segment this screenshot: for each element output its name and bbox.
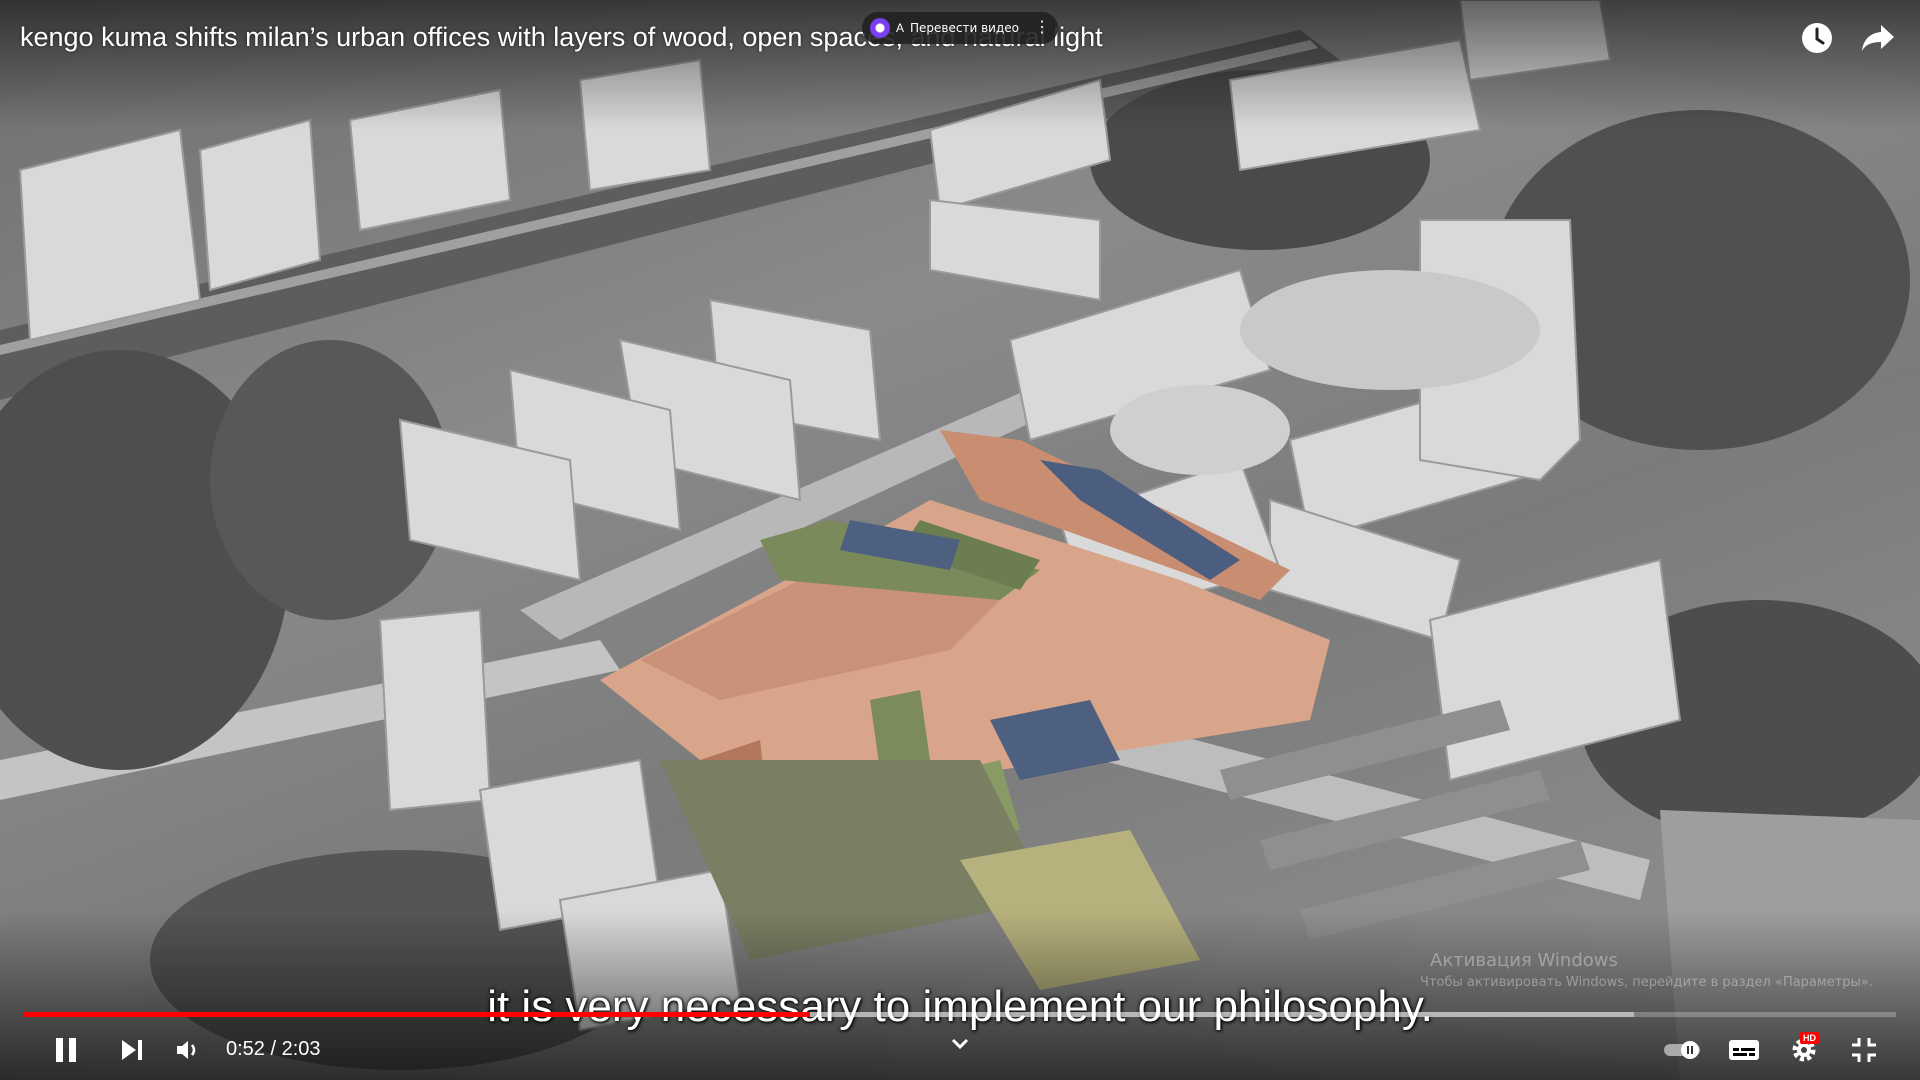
clock-icon: [1802, 23, 1832, 53]
subtitle-caption: it is very necessary to implement our ph…: [487, 982, 1433, 1031]
translate-video-button[interactable]: A Перевести видео ⋮: [862, 12, 1058, 44]
volume-button[interactable]: [166, 1030, 210, 1070]
next-icon: [122, 1040, 142, 1060]
time-display: 0:52 / 2:03: [226, 1038, 321, 1060]
pause-button[interactable]: [44, 1030, 88, 1070]
exit-fullscreen-button[interactable]: [1842, 1030, 1886, 1070]
volume-icon: [177, 1041, 196, 1059]
video-player[interactable]: kengo kuma shifts milan’s urban offices …: [0, 0, 1920, 1080]
progress-played: [24, 1012, 810, 1017]
subtitles-button[interactable]: [1722, 1030, 1766, 1070]
autoplay-toggle-icon: [1664, 1041, 1700, 1059]
autoplay-toggle[interactable]: [1660, 1030, 1704, 1070]
hd-badge: HD: [1800, 1032, 1819, 1044]
windows-activation-watermark: Активация Windows: [1430, 950, 1618, 971]
translate-icon: A: [896, 21, 905, 35]
translate-video-label: Перевести видео: [910, 21, 1019, 35]
subtitles-icon: [1729, 1040, 1759, 1060]
next-button[interactable]: [110, 1030, 154, 1070]
share-button[interactable]: [1860, 20, 1896, 56]
progress-bar[interactable]: [24, 1012, 1896, 1017]
share-icon: [1862, 25, 1894, 51]
pause-icon: [56, 1038, 76, 1062]
watch-later-button[interactable]: [1799, 20, 1835, 56]
alice-icon: [870, 18, 890, 38]
fullscreen-exit-icon: [1852, 1038, 1876, 1062]
kebab-icon[interactable]: ⋮: [1034, 20, 1050, 36]
settings-button[interactable]: HD: [1782, 1030, 1826, 1070]
control-bar: 0:52 / 2:03 HD: [0, 1030, 1920, 1070]
